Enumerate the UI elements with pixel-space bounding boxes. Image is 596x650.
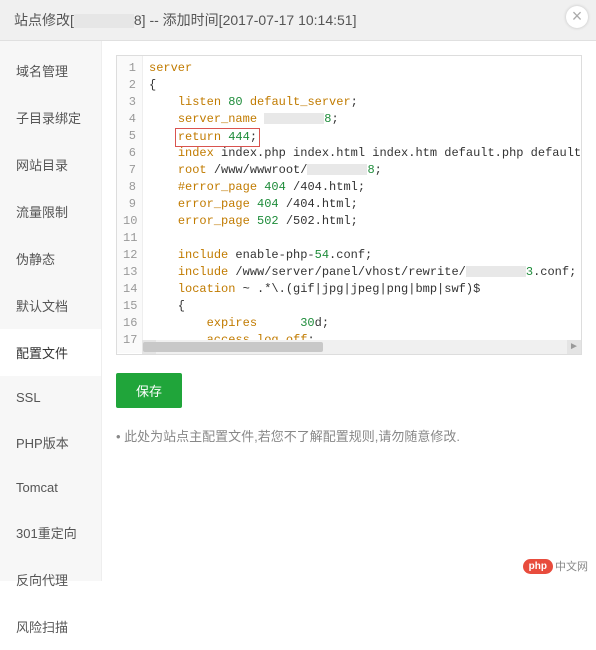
- sidebar: 域名管理子目录绑定网站目录流量限制伪静态默认文档配置文件SSLPHP版本Tomc…: [0, 41, 102, 581]
- watermark: php 中文网: [523, 558, 588, 574]
- sidebar-item-4[interactable]: 伪静态: [0, 235, 101, 282]
- header-prefix: 站点修改[: [14, 12, 74, 28]
- config-editor[interactable]: 1234567891011121314151617 server{ listen…: [116, 55, 582, 355]
- save-button[interactable]: 保存: [116, 373, 182, 408]
- editor-code[interactable]: server{ listen 80 default_server; server…: [143, 56, 581, 353]
- sidebar-item-5[interactable]: 默认文档: [0, 282, 101, 329]
- sidebar-item-1[interactable]: 子目录绑定: [0, 94, 101, 141]
- sidebar-item-7[interactable]: SSL: [0, 376, 101, 419]
- watermark-text: 中文网: [555, 558, 588, 574]
- main-layout: 域名管理子目录绑定网站目录流量限制伪静态默认文档配置文件SSLPHP版本Tomc…: [0, 41, 596, 581]
- sidebar-item-10[interactable]: 301重定向: [0, 509, 101, 556]
- sidebar-item-6[interactable]: 配置文件: [0, 329, 101, 376]
- watermark-badge: php: [523, 559, 553, 574]
- content-panel: 1234567891011121314151617 server{ listen…: [102, 41, 596, 581]
- close-icon[interactable]: ×: [566, 6, 588, 28]
- scrollbar-thumb[interactable]: [143, 342, 323, 352]
- config-hint: 此处为站点主配置文件,若您不了解配置规则,请勿随意修改.: [116, 426, 582, 445]
- sidebar-item-12[interactable]: 风险扫描: [0, 603, 101, 650]
- sidebar-item-9[interactable]: Tomcat: [0, 466, 101, 509]
- header-id-suffix: 8]: [134, 12, 146, 28]
- editor-h-scrollbar[interactable]: ◄ ►: [143, 340, 581, 354]
- dialog-header: 站点修改[ 8] -- 添加时间[2017-07-17 10:14:51]: [0, 0, 596, 41]
- scroll-right-icon[interactable]: ►: [567, 340, 581, 354]
- sidebar-item-8[interactable]: PHP版本: [0, 419, 101, 466]
- sidebar-item-0[interactable]: 域名管理: [0, 47, 101, 94]
- header-redacted-id: [74, 14, 134, 28]
- header-add-time: -- 添加时间[2017-07-17 10:14:51]: [146, 12, 357, 28]
- sidebar-item-2[interactable]: 网站目录: [0, 141, 101, 188]
- sidebar-item-3[interactable]: 流量限制: [0, 188, 101, 235]
- editor-gutter: 1234567891011121314151617: [117, 56, 143, 353]
